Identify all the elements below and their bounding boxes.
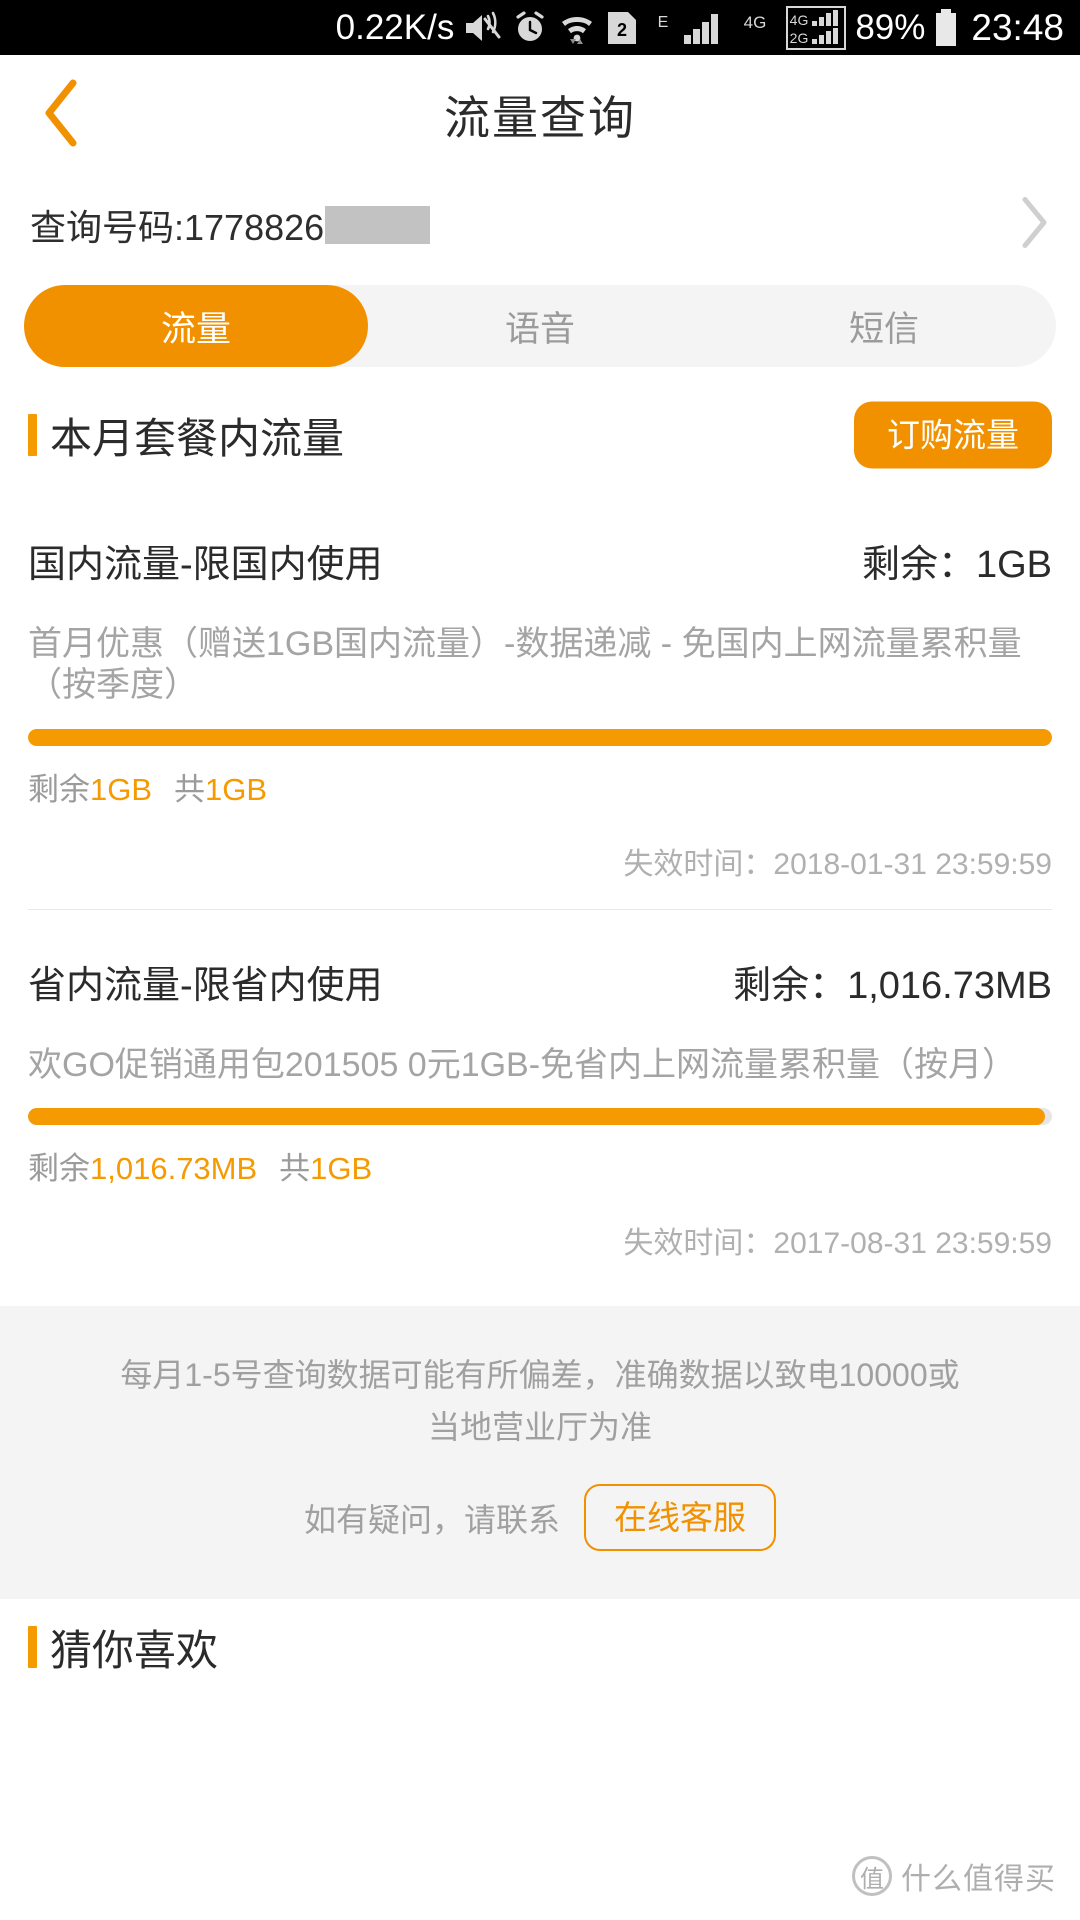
package-expiry: 失效时间：2018-01-31 23:59:59 bbox=[623, 847, 1052, 881]
package-expiry: 失效时间：2017-08-31 23:59:59 bbox=[623, 1227, 1052, 1261]
svg-text:4G: 4G bbox=[790, 12, 809, 28]
dual-4g-2g-icon: 4G 2G bbox=[786, 5, 847, 50]
edge-e-icon: E bbox=[653, 10, 673, 46]
chevron-left-icon bbox=[39, 77, 85, 154]
query-number-label: 查询号码:1778826 bbox=[30, 207, 325, 248]
package-progress-fill bbox=[28, 1108, 1045, 1126]
package-card: 省内流量-限省内使用 剩余：1,016.73MB 欢GO促销通用包201505 … bbox=[0, 910, 1080, 1288]
svg-text:2: 2 bbox=[617, 20, 627, 40]
package-progress-fill bbox=[28, 728, 1052, 746]
recommend-section-header: 猜你喜欢 bbox=[0, 1599, 1080, 1695]
notice-ask-text: 如有疑问，请联系 bbox=[303, 1501, 560, 1538]
back-button[interactable] bbox=[26, 79, 98, 151]
mute-icon bbox=[463, 10, 503, 46]
package-remaining: 剩余：1,016.73MB bbox=[733, 964, 1052, 1007]
notice-line-2: 当地营业厅为准 bbox=[427, 1409, 652, 1446]
package-progress-track bbox=[28, 1108, 1052, 1126]
notice-block: 每月1-5号查询数据可能有所偏差，准确数据以致电10000或 当地营业厅为准 如… bbox=[0, 1306, 1080, 1600]
legend-total-value: 1GB bbox=[205, 771, 268, 807]
legend-total-value: 1GB bbox=[310, 1151, 373, 1187]
sim2-icon: 2 bbox=[606, 8, 638, 48]
order-data-button[interactable]: 订购流量 bbox=[854, 401, 1052, 469]
4g-icon: 4G bbox=[733, 10, 777, 46]
watermark: 值 什么值得买 bbox=[852, 1854, 1056, 1898]
signal-bars-icon bbox=[682, 10, 724, 46]
section-title: 本月套餐内流量 bbox=[50, 414, 345, 462]
package-header: 省内流量-限省内使用 剩余：1,016.73MB bbox=[28, 910, 1052, 1009]
package-remaining: 剩余：1GB bbox=[861, 544, 1052, 586]
package-card: 国内流量-限国内使用 剩余：1GB 首月优惠（赠送1GB国内流量）-数据递减 -… bbox=[0, 489, 1080, 909]
notice-line-1: 每月1-5号查询数据可能有所偏差，准确数据以致电10000或 bbox=[120, 1357, 960, 1394]
package-name: 国内流量-限国内使用 bbox=[28, 544, 383, 586]
watermark-text: 什么值得买 bbox=[901, 1863, 1056, 1896]
tabs-container: 流量 语音 短信 bbox=[0, 275, 1080, 367]
package-legend: 剩余1GB 共1GB bbox=[28, 764, 1052, 809]
nav-bar: 流量查询 bbox=[0, 55, 1080, 175]
recommend-section-title: 猜你喜欢 bbox=[50, 1626, 219, 1674]
package-name: 省内流量-限省内使用 bbox=[28, 964, 383, 1007]
wifi-icon bbox=[557, 9, 597, 47]
tab-sms[interactable]: 短信 bbox=[712, 285, 1056, 367]
network-speed-text: 0.22K/s bbox=[335, 8, 455, 47]
legend-total-prefix: 共 bbox=[279, 1151, 311, 1187]
customer-service-row: 如有疑问，请联系 在线客服 bbox=[50, 1484, 1030, 1552]
status-bar: 0.22K/s 2 E 4G 4G 2G 89% 23:48 bbox=[0, 0, 1080, 55]
page-title: 流量查询 bbox=[444, 92, 636, 144]
query-number-row[interactable]: 查询号码:1778826 bbox=[0, 175, 1080, 275]
legend-remaining-prefix: 剩余 bbox=[28, 1151, 90, 1187]
online-customer-service-button[interactable]: 在线客服 bbox=[584, 1484, 776, 1552]
segmented-tabs: 流量 语音 短信 bbox=[24, 285, 1056, 367]
clock-text: 23:48 bbox=[971, 7, 1064, 48]
svg-text:4G: 4G bbox=[744, 13, 767, 32]
package-description: 首月优惠（赠送1GB国内流量）-数据递减 - 免国内上网流量累积量（按季度） bbox=[28, 625, 1022, 705]
legend-remaining-value: 1GB bbox=[90, 771, 153, 807]
tab-data[interactable]: 流量 bbox=[24, 285, 368, 367]
battery-percent-text: 89% bbox=[855, 8, 926, 47]
tab-voice[interactable]: 语音 bbox=[368, 285, 712, 367]
section-accent-bar bbox=[28, 414, 37, 456]
app-screen: 0.22K/s 2 E 4G 4G 2G 89% 23:48 流量查询 查询号码… bbox=[0, 0, 1080, 1920]
package-header: 国内流量-限国内使用 剩余：1GB bbox=[28, 489, 1052, 588]
section-accent-bar bbox=[28, 1626, 37, 1669]
alarm-icon bbox=[512, 10, 548, 46]
masked-number-block bbox=[325, 206, 431, 244]
legend-remaining-value: 1,016.73MB bbox=[90, 1151, 258, 1187]
watermark-badge: 值 bbox=[852, 1856, 892, 1896]
package-legend: 剩余1,016.73MB 共1GB bbox=[28, 1143, 1052, 1188]
battery-icon bbox=[934, 8, 958, 48]
chevron-right-icon bbox=[1016, 195, 1050, 256]
package-description: 欢GO促销通用包201505 0元1GB-免省内上网流量累积量（按月） bbox=[28, 1045, 1017, 1084]
legend-remaining-prefix: 剩余 bbox=[28, 771, 90, 807]
legend-total-prefix: 共 bbox=[174, 771, 206, 807]
svg-text:2G: 2G bbox=[790, 30, 809, 46]
package-progress-track bbox=[28, 728, 1052, 746]
svg-text:E: E bbox=[658, 14, 669, 31]
section-header: 本月套餐内流量 订购流量 bbox=[0, 381, 1080, 489]
